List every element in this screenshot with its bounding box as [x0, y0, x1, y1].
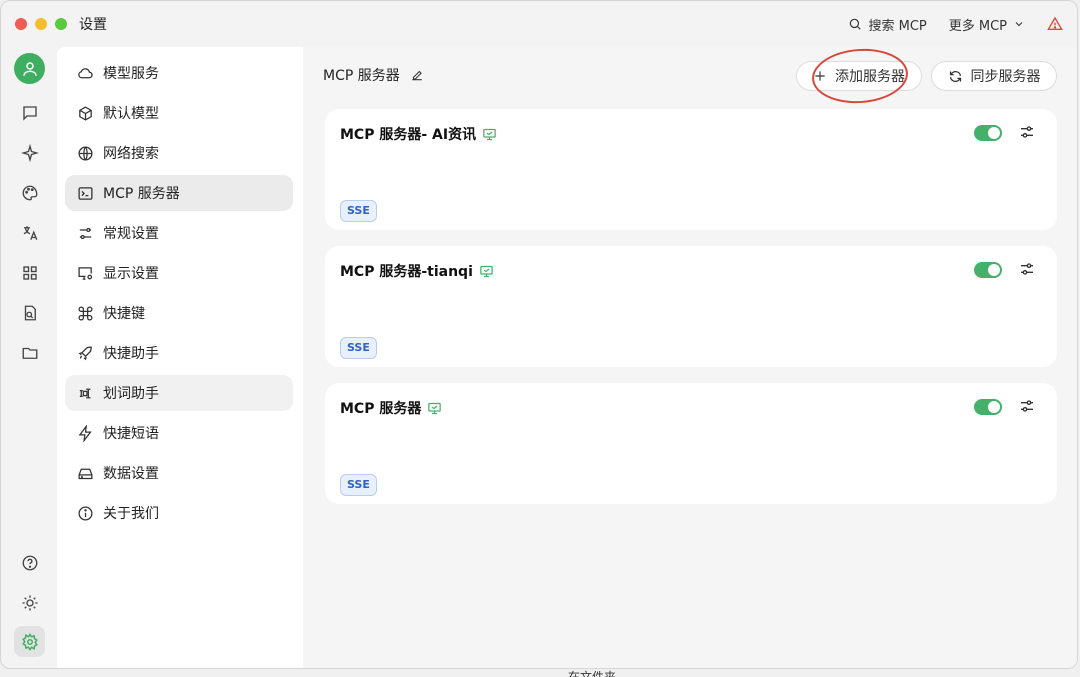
- zap-icon: [75, 423, 95, 443]
- nav-item-label: 关于我们: [103, 506, 159, 522]
- server-card[interactable]: MCP 服务器- AI资讯 SSE: [325, 109, 1057, 230]
- server-card-title: MCP 服务器: [340, 398, 442, 418]
- search-mcp-label: 搜索 MCP: [868, 18, 927, 34]
- warning-icon: [1047, 16, 1063, 32]
- nav-item-quick-phrases[interactable]: 快捷短语: [65, 415, 293, 451]
- server-settings-sliders-icon[interactable]: [1019, 124, 1035, 140]
- main-content: MCP 服务器 添加服务器 同步服务器 MCP 服务器- AI资讯 SSE MC…: [303, 45, 1077, 668]
- nav-item-label: 数据设置: [103, 466, 159, 482]
- sync-server-button[interactable]: 同步服务器: [931, 61, 1057, 91]
- globe-icon: [75, 143, 95, 163]
- apps-grid-icon[interactable]: [14, 257, 45, 288]
- server-settings-sliders-icon[interactable]: [1019, 261, 1035, 277]
- server-name: MCP 服务器-tianqi: [340, 264, 473, 280]
- server-enable-toggle[interactable]: [974, 125, 1002, 141]
- info-icon: [75, 503, 95, 523]
- plus-icon: [813, 69, 827, 83]
- more-mcp-label: 更多 MCP: [948, 18, 1007, 34]
- cube-icon: [75, 103, 95, 123]
- window-controls: [15, 18, 67, 30]
- nav-item-label: 显示设置: [103, 266, 159, 282]
- settings-sliders-icon: [75, 223, 95, 243]
- nav-item-general-settings[interactable]: 常规设置: [65, 215, 293, 251]
- settings-gear-icon[interactable]: [14, 626, 45, 657]
- cloud-icon: [75, 63, 95, 83]
- page-title-text: MCP 服务器: [323, 68, 400, 84]
- help-icon[interactable]: [14, 547, 45, 578]
- window-title: 设置: [79, 17, 107, 33]
- nav-item-selection-assistant[interactable]: 划词助手: [65, 375, 293, 411]
- sync-server-label: 同步服务器: [970, 69, 1041, 85]
- titlebar-actions: 搜索 MCP 更多 MCP: [848, 1, 1063, 47]
- minimize-window-button[interactable]: [35, 18, 47, 30]
- nav-item-label: 默认模型: [103, 106, 159, 122]
- nav-item-label: 常规设置: [103, 226, 159, 242]
- monitor-icon: [482, 127, 497, 142]
- settings-nav: 模型服务 默认模型 网络搜索 MCP 服务器 常规设置 显示设置 快捷键 快捷助…: [57, 47, 303, 668]
- monitor-icon: [479, 264, 494, 279]
- server-enable-toggle[interactable]: [974, 262, 1002, 278]
- nav-item-quick-assistant[interactable]: 快捷助手: [65, 335, 293, 371]
- zoom-window-button[interactable]: [55, 18, 67, 30]
- server-name: MCP 服务器: [340, 401, 422, 417]
- server-card-title: MCP 服务器- AI资讯: [340, 124, 497, 144]
- chat-icon[interactable]: [14, 97, 45, 128]
- server-name: MCP 服务器- AI资讯: [340, 127, 477, 143]
- monitor-icon: [427, 401, 442, 416]
- refresh-icon: [948, 69, 963, 84]
- warning-button[interactable]: [1047, 16, 1063, 32]
- add-server-button[interactable]: 添加服务器: [796, 61, 922, 91]
- command-icon: [75, 303, 95, 323]
- icon-rail: [1, 47, 57, 668]
- server-type-badge: SSE: [340, 337, 377, 359]
- sparkle-icon[interactable]: [14, 137, 45, 168]
- server-card[interactable]: MCP 服务器 SSE: [325, 383, 1057, 504]
- nav-item-web-search[interactable]: 网络搜索: [65, 135, 293, 171]
- page-title: MCP 服务器: [323, 65, 424, 85]
- monitor-settings-icon: [75, 263, 95, 283]
- folder-icon[interactable]: [14, 337, 45, 368]
- nav-item-default-model[interactable]: 默认模型: [65, 95, 293, 131]
- titlebar: 设置 搜索 MCP 更多 MCP: [1, 1, 1077, 47]
- hard-drive-icon: [75, 463, 95, 483]
- nav-item-label: 网络搜索: [103, 146, 159, 162]
- search-icon: [848, 17, 862, 31]
- chevron-down-icon: [1013, 18, 1025, 30]
- avatar[interactable]: [14, 53, 45, 84]
- settings-window: 设置 搜索 MCP 更多 MCP 模型服务 默认模型 网络搜索 MCP 服务器 …: [0, 0, 1078, 669]
- nav-item-label: MCP 服务器: [103, 186, 180, 202]
- nav-item-label: 快捷键: [103, 306, 145, 322]
- nav-item-label: 快捷短语: [103, 426, 159, 442]
- nav-item-about-us[interactable]: 关于我们: [65, 495, 293, 531]
- edit-icon[interactable]: [410, 68, 424, 82]
- server-type-badge: SSE: [340, 200, 377, 222]
- translate-icon[interactable]: [14, 217, 45, 248]
- server-type-badge: SSE: [340, 474, 377, 496]
- search-mcp-button[interactable]: 搜索 MCP: [848, 15, 927, 34]
- theme-toggle-icon[interactable]: [14, 587, 45, 618]
- rocket-icon: [75, 343, 95, 363]
- text-select-icon: [75, 383, 95, 403]
- background-text: 在文件夹: [568, 670, 617, 677]
- nav-item-display-settings[interactable]: 显示设置: [65, 255, 293, 291]
- server-card[interactable]: MCP 服务器-tianqi SSE: [325, 246, 1057, 367]
- terminal-icon: [75, 183, 95, 203]
- palette-icon[interactable]: [14, 177, 45, 208]
- nav-item-data-settings[interactable]: 数据设置: [65, 455, 293, 491]
- more-mcp-dropdown[interactable]: 更多 MCP: [949, 15, 1025, 34]
- close-window-button[interactable]: [15, 18, 27, 30]
- nav-item-label: 快捷助手: [103, 346, 159, 362]
- add-server-label: 添加服务器: [835, 69, 905, 85]
- nav-item-label: 划词助手: [103, 386, 159, 402]
- nav-item-shortcuts[interactable]: 快捷键: [65, 295, 293, 331]
- server-enable-toggle[interactable]: [974, 399, 1002, 415]
- server-card-title: MCP 服务器-tianqi: [340, 261, 494, 281]
- nav-item-mcp-server[interactable]: MCP 服务器: [65, 175, 293, 211]
- nav-item-model-service[interactable]: 模型服务: [65, 55, 293, 91]
- file-search-icon[interactable]: [14, 297, 45, 328]
- server-settings-sliders-icon[interactable]: [1019, 398, 1035, 414]
- nav-item-label: 模型服务: [103, 66, 159, 82]
